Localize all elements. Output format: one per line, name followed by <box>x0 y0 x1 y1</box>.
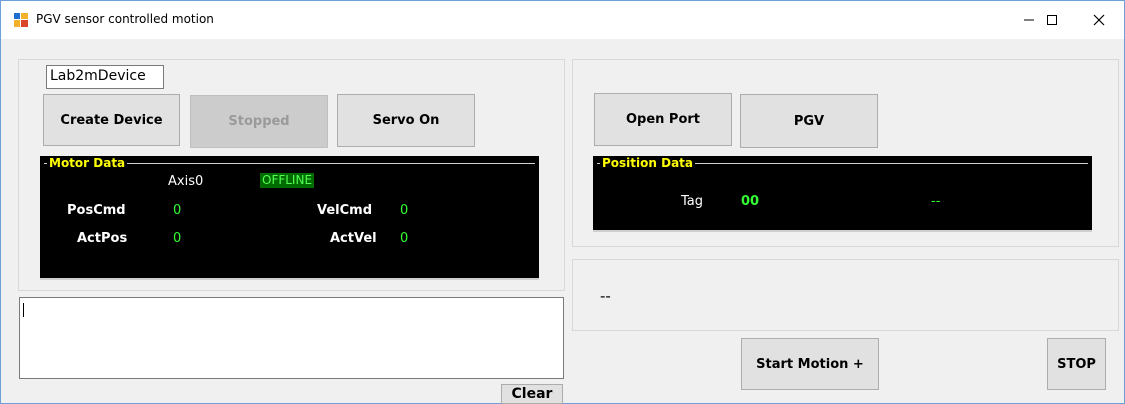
status-panel: -- <box>572 259 1119 331</box>
group-bottom-edge <box>40 278 539 280</box>
log-textbox[interactable] <box>19 297 564 379</box>
actpos-value: 0 <box>173 231 182 246</box>
axis-label: Axis0 <box>168 174 204 189</box>
start-motion-button[interactable]: Start Motion + <box>741 338 879 390</box>
velcmd-label: VelCmd <box>317 203 373 218</box>
tag-value: 00 <box>741 194 760 209</box>
servo-on-button[interactable]: Servo On <box>337 94 475 147</box>
title-bar: PGV sensor controlled motion <box>1 1 1124 39</box>
port-panel: Open Port PGV Position Data Tag 00 -- <box>572 59 1119 247</box>
group-bottom-edge <box>593 230 1092 232</box>
position-data-title: Position Data <box>600 156 696 170</box>
device-panel: Lab2mDevice Create Device Stopped Servo … <box>18 59 565 291</box>
actpos-label: ActPos <box>77 231 128 246</box>
status-badge: OFFLINE <box>260 173 315 188</box>
actvel-label: ActVel <box>330 231 377 246</box>
status-text: -- <box>600 287 611 305</box>
tag-label: Tag <box>681 194 704 209</box>
device-name-input[interactable]: Lab2mDevice <box>46 65 164 89</box>
text-caret <box>23 303 24 317</box>
app-window: PGV sensor controlled motion Lab2mDevice… <box>0 0 1125 404</box>
position-extra-value: -- <box>931 194 941 209</box>
poscmd-value: 0 <box>173 203 182 218</box>
stop-button[interactable]: STOP <box>1047 338 1106 390</box>
create-device-button[interactable]: Create Device <box>43 94 180 146</box>
actvel-value: 0 <box>400 231 409 246</box>
position-data-group: Position Data Tag 00 -- <box>593 156 1092 232</box>
motor-data-title: Motor Data <box>47 156 128 170</box>
open-port-button[interactable]: Open Port <box>594 93 732 146</box>
pgv-button[interactable]: PGV <box>740 94 878 148</box>
maximize-icon <box>1047 15 1057 25</box>
close-button[interactable] <box>1076 1 1122 39</box>
velcmd-value: 0 <box>400 203 409 218</box>
app-window-icon <box>14 13 28 27</box>
motor-data-group: Motor Data Axis0 OFFLINE PosCmd 0 VelCmd… <box>40 156 539 280</box>
window-title: PGV sensor controlled motion <box>36 12 214 26</box>
close-icon <box>1093 14 1105 26</box>
stopped-button[interactable]: Stopped <box>190 95 328 148</box>
maximize-button[interactable] <box>1029 1 1075 39</box>
clear-button[interactable]: Clear <box>501 384 563 404</box>
poscmd-label: PosCmd <box>67 203 126 218</box>
